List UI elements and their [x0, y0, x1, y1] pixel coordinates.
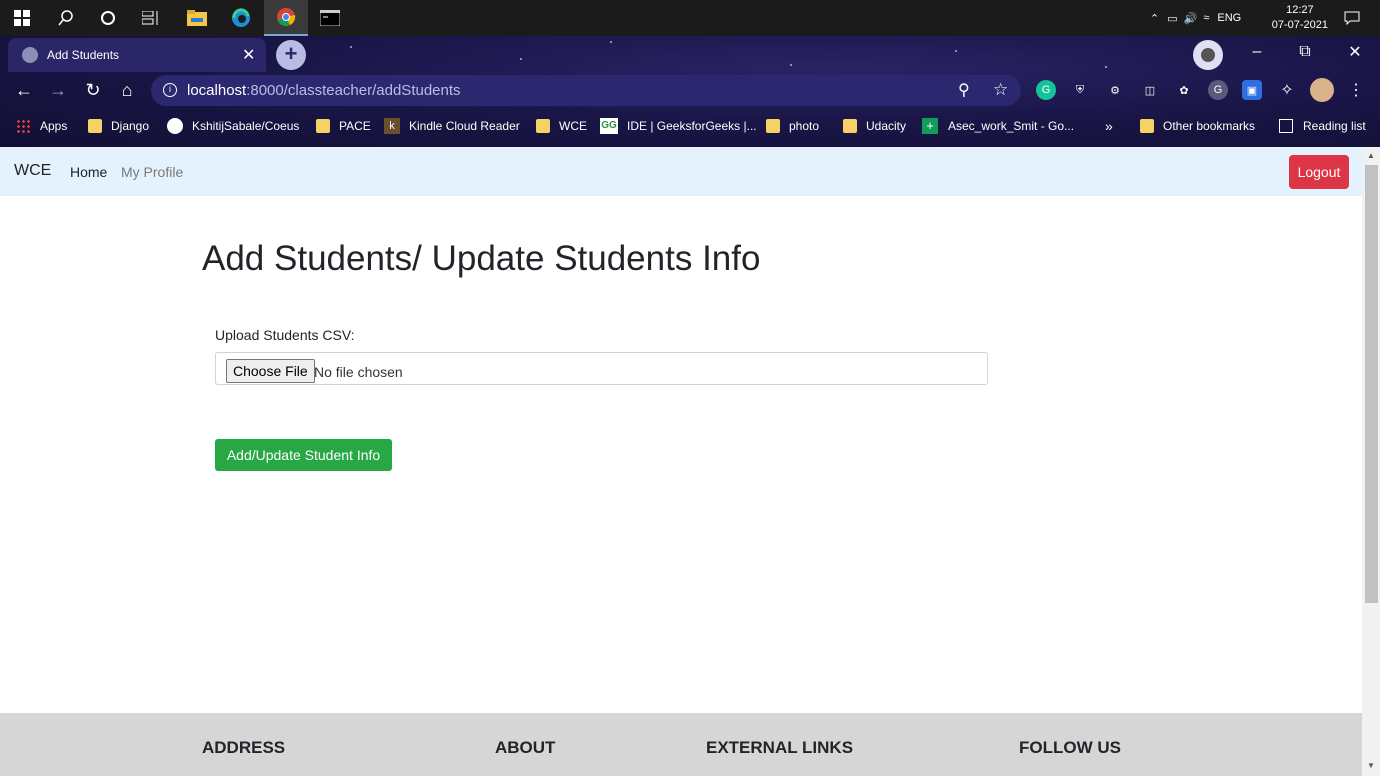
footer-heading-address: ADDRESS: [202, 738, 286, 757]
sheets-icon: +: [922, 118, 938, 134]
scroll-down-icon[interactable]: ▼: [1366, 761, 1376, 770]
folder-icon: [536, 119, 550, 133]
page-title: Add Students/ Update Students Info: [202, 239, 761, 278]
reading-list-icon: [1279, 119, 1293, 133]
terminal-icon[interactable]: [308, 0, 352, 36]
chevron-up-icon[interactable]: ⌃: [1150, 12, 1159, 25]
forward-icon[interactable]: →: [44, 76, 72, 104]
add-update-button[interactable]: Add/Update Student Info: [215, 439, 392, 471]
choose-file-button[interactable]: Choose File: [226, 359, 315, 383]
url-host: localhost: [187, 82, 247, 99]
cortana-icon[interactable]: [86, 0, 130, 36]
file-explorer-icon[interactable]: [175, 0, 219, 36]
tab-title: Add Students: [47, 48, 120, 62]
site-info-icon[interactable]: i: [163, 83, 177, 97]
folder-icon: [766, 119, 780, 133]
nav-home[interactable]: Home: [70, 164, 107, 180]
minimize-icon[interactable]: –: [1234, 36, 1280, 68]
page-content: WCE Home My Profile Logout Add Students/…: [0, 147, 1362, 776]
reader-extension-icon[interactable]: ◫: [1140, 80, 1160, 100]
bookmark-geeksforgeeks[interactable]: GG IDE | GeeksforGeeks |...: [600, 116, 757, 136]
navbar: WCE Home My Profile Logout: [0, 147, 1362, 196]
bookmark-photo[interactable]: photo: [766, 116, 819, 136]
clock[interactable]: 12:27 07-07-2021: [1272, 3, 1328, 33]
gfg-icon: GG: [600, 118, 618, 134]
file-status: No file chosen: [314, 364, 403, 380]
close-window-icon[interactable]: ✕: [1332, 36, 1378, 68]
task-view-icon[interactable]: [129, 0, 173, 36]
clock-time: 12:27: [1286, 4, 1314, 16]
scroll-up-icon[interactable]: ▲: [1366, 151, 1376, 160]
tab-search-icon[interactable]: [1193, 40, 1223, 70]
avatar[interactable]: [1310, 78, 1334, 102]
bookmark-github[interactable]: KshitijSabale/Coeus: [167, 116, 299, 136]
kindle-icon: k: [384, 118, 400, 134]
apps-grid-icon: [16, 119, 30, 133]
system-tray: ⌃ ▭ 🔊 ≈ ENG: [1150, 0, 1241, 36]
restore-icon[interactable]: ⧉: [1282, 36, 1328, 68]
bookmarks-bar: Apps Django KshitijSabale/Coeus PACE k Ki…: [0, 110, 1380, 143]
browser-tab[interactable]: Add Students ✕: [8, 38, 266, 72]
bookmark-udacity[interactable]: Udacity: [843, 116, 906, 136]
shield-extension-icon[interactable]: ⛨: [1070, 80, 1090, 100]
bookmark-pace[interactable]: PACE: [316, 116, 371, 136]
bookmark-kindle[interactable]: k Kindle Cloud Reader: [384, 116, 520, 136]
folder-icon: [1140, 119, 1154, 133]
browser-toolbar: ← → ↻ ⌂ i localhost:8000/classteacher/ad…: [0, 72, 1380, 108]
home-icon[interactable]: ⌂: [113, 76, 141, 104]
screenshot-extension-icon[interactable]: ▣: [1242, 80, 1262, 100]
page-scrollbar[interactable]: ▲ ▼: [1362, 147, 1380, 776]
footer-heading-external-links: EXTERNAL LINKS: [706, 738, 854, 757]
g-extension-icon[interactable]: G: [1208, 80, 1228, 100]
battery-icon[interactable]: ▭: [1167, 12, 1177, 25]
new-tab-button[interactable]: +: [276, 40, 306, 70]
bookmark-django[interactable]: Django: [88, 116, 149, 136]
browser-chrome: Add Students ✕ + – ⧉ ✕ ← → ↻ ⌂ i localho…: [0, 36, 1380, 147]
search-icon[interactable]: [44, 0, 88, 36]
chrome-icon[interactable]: [264, 0, 308, 36]
menu-kebab-icon[interactable]: ⋮: [1346, 80, 1366, 100]
navbar-brand[interactable]: WCE: [14, 162, 51, 180]
reading-list[interactable]: Reading list: [1279, 116, 1366, 136]
upload-label: Upload Students CSV:: [215, 327, 355, 343]
url-path: :8000/classteacher/addStudents: [246, 82, 461, 99]
grammarly-icon[interactable]: G: [1036, 80, 1056, 100]
footer-heading-follow-us: FOLLOW US: [1019, 738, 1121, 757]
language-indicator[interactable]: ENG: [1217, 12, 1241, 24]
windows-taskbar: ⌃ ▭ 🔊 ≈ ENG 12:27 07-07-2021: [0, 0, 1380, 36]
volume-icon[interactable]: 🔊: [1184, 12, 1198, 25]
nav-my-profile[interactable]: My Profile: [121, 164, 183, 180]
clock-date: 07-07-2021: [1271, 19, 1328, 31]
windows-start-icon[interactable]: [0, 0, 44, 36]
file-input[interactable]: Choose File No file chosen: [215, 352, 988, 385]
back-icon[interactable]: ←: [10, 76, 38, 104]
reload-icon[interactable]: ↻: [79, 76, 107, 104]
folder-icon: [316, 119, 330, 133]
bookmark-star-icon[interactable]: ☆: [993, 80, 1008, 100]
more-bookmarks-button[interactable]: »: [1105, 116, 1113, 136]
github-icon: [167, 118, 183, 134]
address-bar[interactable]: i localhost:8000/classteacher/addStudent…: [151, 75, 1021, 106]
footer-heading-about: ABOUT: [495, 738, 556, 757]
other-bookmarks[interactable]: Other bookmarks: [1140, 116, 1255, 136]
puzzle-icon[interactable]: ✧: [1277, 80, 1297, 100]
bookmark-apps[interactable]: Apps: [16, 116, 67, 136]
bookmark-sheets[interactable]: + Asec_work_Smit - Go...: [922, 116, 1074, 136]
folder-icon: [843, 119, 857, 133]
footer: ADDRESS ABOUT EXTERNAL LINKS FOLLOW US: [0, 713, 1362, 776]
zoom-icon[interactable]: ⚲: [958, 80, 970, 100]
extension-icon[interactable]: ⚙: [1105, 80, 1125, 100]
wifi-icon[interactable]: ≈: [1203, 12, 1209, 24]
scrollbar-thumb[interactable]: [1365, 165, 1378, 603]
bookmark-wce[interactable]: WCE: [536, 116, 587, 136]
close-tab-icon[interactable]: ✕: [242, 45, 255, 65]
globe-icon: [22, 47, 38, 63]
folder-icon: [88, 119, 102, 133]
logout-button[interactable]: Logout: [1289, 155, 1349, 189]
edge-icon[interactable]: [219, 0, 263, 36]
leaf-extension-icon[interactable]: ✿: [1174, 80, 1194, 100]
notifications-icon[interactable]: [1330, 0, 1374, 36]
